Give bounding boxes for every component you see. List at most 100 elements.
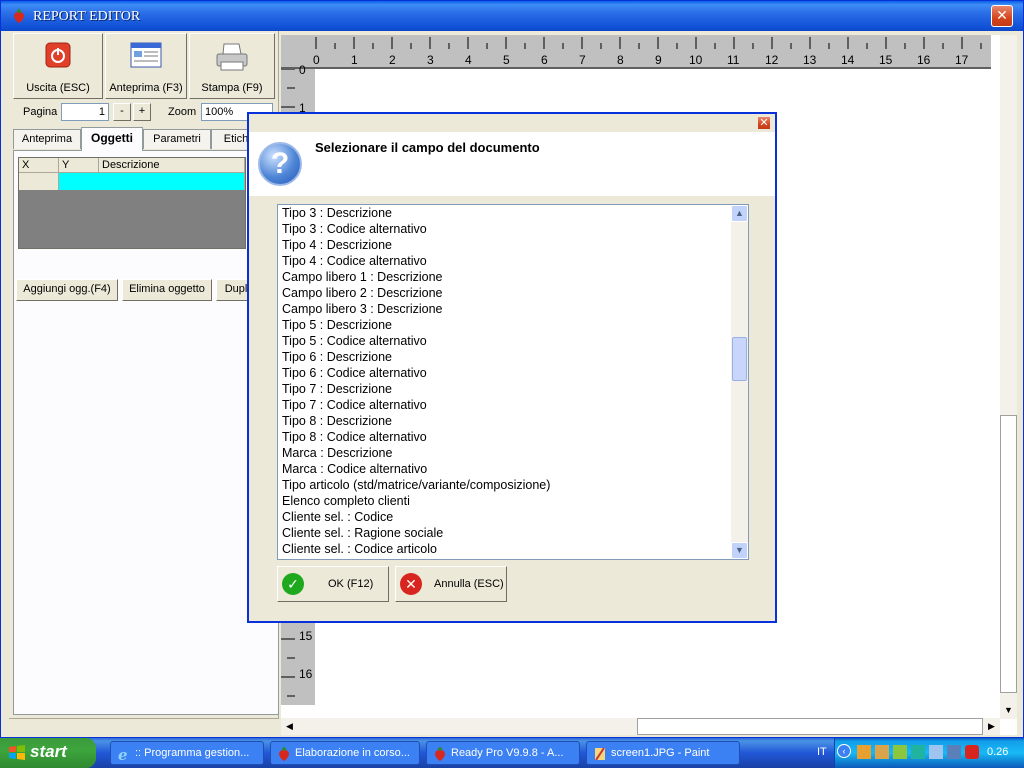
list-item[interactable]: Tipo 3 : Codice alternativo [282,221,550,237]
task-ready-pro[interactable]: Ready Pro V9.9.8 - A... [426,741,580,765]
start-label: start [30,742,67,761]
tray-app-icon[interactable] [947,745,961,759]
list-item[interactable]: Campo libero 3 : Descrizione [282,301,550,317]
ok-button[interactable]: ✓ OK (F12) [277,566,389,602]
objects-grid[interactable]: X Y Descrizione [18,157,246,249]
scrollbar-thumb[interactable] [637,718,983,735]
print-button[interactable]: Stampa (F9) [189,33,275,99]
tray-app-icon[interactable] [857,745,871,759]
list-item[interactable]: Tipo 4 : Descrizione [282,237,550,253]
tab-anteprima[interactable]: Anteprima [13,129,81,149]
tray-app-icon[interactable] [911,745,925,759]
scrollbar-thumb[interactable] [1000,415,1017,693]
chevron-left-icon[interactable]: ‹ [837,744,851,758]
list-item[interactable]: Tipo 6 : Descrizione [282,349,550,365]
close-button[interactable]: ✕ [991,5,1013,27]
delete-object-button[interactable]: Elimina oggetto [122,279,212,301]
dialog-close-button[interactable]: ✕ [757,116,771,130]
tray-app-icon[interactable] [893,745,907,759]
list-item[interactable]: Cliente sel. : Ragione sociale [282,525,550,541]
print-label: Stampa (F9) [201,82,263,94]
grid-header-x[interactable]: X [19,158,59,173]
ruler-label: 10 [689,53,703,67]
window-title: REPORT EDITOR [33,9,141,24]
scroll-right-icon[interactable]: ▶ [983,718,1000,735]
preview-window-icon [130,42,162,68]
ruler-label: 8 [617,53,624,67]
ruler-label: 7 [579,53,586,67]
task-paint[interactable]: screen1.JPG - Paint [586,741,740,765]
canvas-vertical-scrollbar[interactable]: ▼ [1000,35,1017,719]
list-item[interactable]: Tipo 5 : Descrizione [282,317,550,333]
scroll-down-icon[interactable]: ▼ [731,542,748,559]
exit-button[interactable]: Uscita (ESC) [13,33,103,99]
list-item[interactable]: Tipo 4 : Codice alternativo [282,253,550,269]
list-item[interactable]: Campo libero 2 : Descrizione [282,285,550,301]
page-minus-button[interactable]: - [113,103,131,121]
cancel-button[interactable]: ✕ Annulla (ESC) [395,566,507,602]
select-field-dialog: ✕ ? Selezionare il campo del documento T… [247,112,777,623]
objects-panel: X Y Descrizione Aggiungi ogg.(F4) Elimin… [13,150,279,715]
task-label: Ready Pro V9.9.8 - A... [451,747,564,759]
list-item[interactable]: Tipo 8 : Descrizione [282,413,550,429]
table-row-indicator[interactable] [19,173,59,190]
network-icon[interactable] [929,745,943,759]
canvas-horizontal-scrollbar[interactable]: ◀ ▶ [281,718,1000,735]
list-vertical-scrollbar[interactable]: ▲ ▼ [731,205,748,559]
scrollbar-thumb[interactable] [732,337,747,381]
windows-flag-icon [9,745,25,760]
list-item[interactable]: Campo libero 1 : Descrizione [282,269,550,285]
grid-header-y[interactable]: Y [59,158,99,173]
printer-icon [216,43,248,71]
dialog-title-bar[interactable]: ✕ [249,114,775,132]
title-bar[interactable]: REPORT EDITOR ✕ [1,1,1023,31]
language-indicator[interactable]: IT [817,746,827,758]
page-plus-button[interactable]: + [133,103,151,121]
tab-oggetti[interactable]: Oggetti [81,127,143,151]
list-item[interactable]: Elenco completo clienti [282,493,550,509]
strawberry-icon [14,8,24,23]
list-item[interactable]: Tipo 3 : Descrizione [282,205,550,221]
task-elaborazione[interactable]: Elaborazione in corso... [270,741,420,765]
list-item[interactable]: Tipo 7 : Codice alternativo [282,397,550,413]
list-item[interactable]: Cliente sel. : Codice [282,509,550,525]
ruler-label: 3 [427,53,434,67]
list-item[interactable]: Tipo 8 : Codice alternativo [282,429,550,445]
list-item[interactable]: Tipo 6 : Codice alternativo [282,365,550,381]
list-item[interactable]: Cliente sel. : Codice articolo [282,541,550,557]
preview-label: Anteprima (F3) [109,82,183,94]
field-list[interactable]: Tipo 3 : Descrizione Tipo 3 : Codice alt… [282,205,550,557]
ruler-label: 13 [803,53,817,67]
task-label: Elaborazione in corso... [295,747,410,759]
close-icon: ✕ [996,7,1008,23]
list-item[interactable]: Tipo articolo (std/matrice/variante/comp… [282,477,550,493]
list-item[interactable]: Tipo 7 : Descrizione [282,381,550,397]
field-listbox[interactable]: Tipo 3 : Descrizione Tipo 3 : Codice alt… [277,204,749,560]
grid-header-descrizione[interactable]: Descrizione [99,158,245,173]
ruler-label: 11 [727,53,740,67]
preview-button[interactable]: Anteprima (F3) [105,33,187,99]
task-label: :: Programma gestion... [135,747,250,759]
page-input[interactable]: 1 [61,103,109,121]
task-programma[interactable]: e :: Programma gestion... [110,741,264,765]
tray-app-icon[interactable] [875,745,889,759]
start-button[interactable]: start [0,738,96,768]
scroll-left-icon[interactable]: ◀ [281,718,298,735]
dialog-header: ? Selezionare il campo del documento [249,132,775,196]
ruler-label: 12 [765,53,779,67]
tab-parametri[interactable]: Parametri [143,129,211,149]
horizontal-ruler: 0 1 2 3 4 5 6 7 8 9 10 11 12 13 14 15 16… [281,35,991,69]
scroll-down-icon[interactable]: ▼ [1000,702,1017,719]
security-shield-icon[interactable] [965,745,979,759]
list-item[interactable]: Marca : Codice alternativo [282,461,550,477]
list-item[interactable]: Tipo 5 : Codice alternativo [282,333,550,349]
checkmark-icon: ✓ [282,573,304,595]
list-item[interactable]: Marca : Descrizione [282,445,550,461]
page-label: Pagina [23,106,58,118]
ie-icon: e [118,746,128,762]
ruler-label: 4 [465,53,472,67]
paint-icon [595,747,605,761]
table-row[interactable] [59,173,245,190]
scroll-up-icon[interactable]: ▲ [731,205,748,222]
add-object-button[interactable]: Aggiungi ogg.(F4) [16,279,118,301]
